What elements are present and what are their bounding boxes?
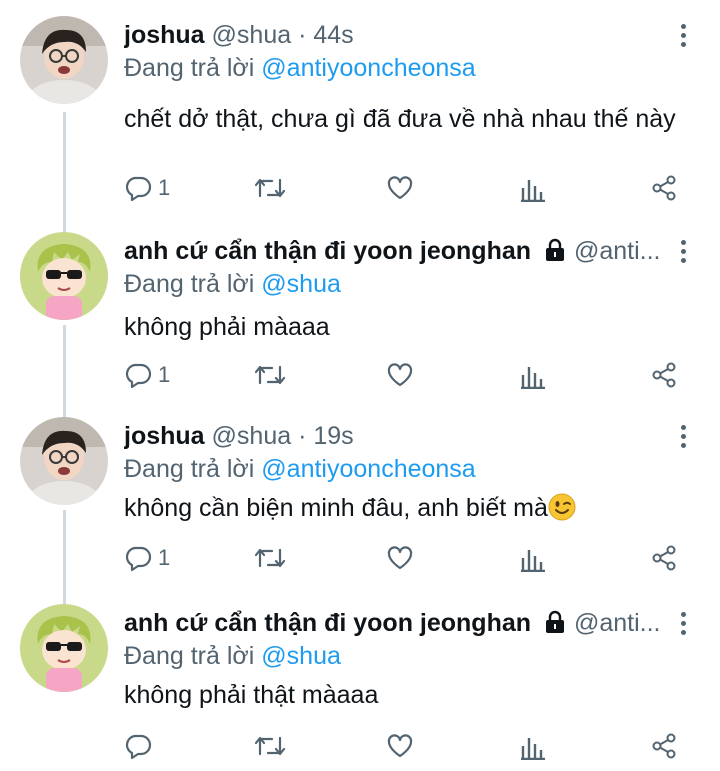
more-icon[interactable]: [678, 236, 688, 266]
reply-mention[interactable]: @shua: [261, 642, 341, 670]
user-handle[interactable]: @shua: [212, 422, 292, 450]
tweet-header: joshua @shua · 19s: [124, 421, 660, 451]
tweet-text: chết dở thật, chưa gì đã đưa về nhà nhau…: [124, 105, 676, 133]
analytics-icon: [521, 550, 545, 572]
like-button[interactable]: [386, 357, 414, 393]
reply-mention[interactable]: @antiyooncheonsa: [261, 455, 475, 483]
retweet-button[interactable]: [254, 357, 286, 393]
like-button[interactable]: [386, 540, 414, 576]
analytics-icon: [521, 367, 545, 389]
reply-count: 1: [158, 362, 171, 387]
share-button[interactable]: [650, 357, 678, 393]
replying-to: Đang trả lời @shua: [124, 269, 341, 299]
winking-face-emoji: [548, 493, 576, 521]
analytics-icon: [521, 738, 545, 760]
display-name[interactable]: joshua: [124, 21, 205, 49]
like-icon: [387, 363, 413, 387]
separator: ·: [298, 21, 307, 49]
reply-count: 1: [158, 545, 171, 570]
display-name[interactable]: anh cứ cẩn thận đi yoon jeonghan: [124, 609, 531, 637]
reply-button[interactable]: 1: [124, 540, 170, 576]
tweet-actions: 1: [0, 540, 720, 576]
replying-to: Đang trả lời @shua: [124, 641, 341, 671]
share-icon: [652, 175, 676, 201]
photo-avatar: [20, 16, 108, 104]
share-button[interactable]: [650, 170, 678, 206]
retweet-icon: [254, 178, 286, 198]
tweet-text-container: không cần biện minh đâu, anh biết mà: [124, 489, 684, 527]
replying-to-label: Đang trả lời: [124, 642, 255, 670]
retweet-icon: [254, 365, 286, 385]
replying-to: Đang trả lời @antiyooncheonsa: [124, 53, 476, 83]
reply-icon: [125, 734, 152, 760]
display-name[interactable]: anh cứ cẩn thận đi yoon jeonghan: [124, 237, 531, 265]
share-button[interactable]: [650, 540, 678, 576]
display-name[interactable]: joshua: [124, 422, 205, 450]
retweet-button[interactable]: [254, 728, 286, 764]
analytics-button[interactable]: [520, 170, 546, 206]
reply-mention[interactable]: @shua: [261, 270, 341, 298]
avatar[interactable]: [20, 604, 108, 692]
retweet-icon: [254, 548, 286, 568]
share-icon: [652, 733, 676, 759]
timestamp[interactable]: 44s: [313, 21, 353, 49]
replying-to-label: Đang trả lời: [124, 54, 255, 82]
retweet-button[interactable]: [254, 540, 286, 576]
reply-button[interactable]: 1: [124, 170, 170, 206]
user-handle[interactable]: @anti...: [574, 237, 660, 265]
more-icon[interactable]: [678, 608, 688, 638]
tweet-header: anh cứ cẩn thận đi yoon jeonghan @anti..…: [124, 608, 660, 638]
like-icon: [387, 176, 413, 200]
reply-icon: [125, 176, 152, 202]
lock-icon: [545, 610, 564, 633]
separator: ·: [298, 422, 307, 450]
tweet-header: joshua @shua · 44s: [124, 20, 660, 50]
like-button[interactable]: [386, 728, 414, 764]
tweet-header: anh cứ cẩn thận đi yoon jeonghan @anti..…: [124, 236, 660, 266]
avatar[interactable]: [20, 16, 108, 104]
reply-icon: [125, 363, 152, 389]
tweet-text: không phải thật màaaa: [124, 681, 379, 709]
like-icon: [387, 546, 413, 570]
avatar[interactable]: [20, 232, 108, 320]
tweet-actions: [0, 728, 720, 764]
tweet-actions: 1: [0, 357, 720, 393]
replying-to: Đang trả lời @antiyooncheonsa: [124, 454, 476, 484]
reply-count: 1: [158, 175, 171, 200]
user-handle[interactable]: @anti...: [574, 609, 660, 637]
retweet-icon: [254, 736, 286, 756]
more-icon[interactable]: [678, 20, 688, 50]
more-icon[interactable]: [678, 421, 688, 451]
tweet-text: không phải màaaa: [124, 313, 330, 341]
tweet-text: không cần biện minh đâu, anh biết mà: [124, 494, 548, 522]
analytics-icon: [521, 180, 545, 202]
reply-icon: [125, 546, 152, 572]
analytics-button[interactable]: [520, 540, 546, 576]
avatar[interactable]: [20, 417, 108, 505]
cartoon-avatar: [20, 232, 108, 320]
reply-mention[interactable]: @antiyooncheonsa: [261, 54, 475, 82]
share-button[interactable]: [650, 728, 678, 764]
share-icon: [652, 362, 676, 388]
reply-button[interactable]: 1: [124, 357, 170, 393]
like-icon: [387, 734, 413, 758]
photo-avatar: [20, 417, 108, 505]
replying-to-label: Đang trả lời: [124, 270, 255, 298]
share-icon: [652, 545, 676, 571]
cartoon-avatar: [20, 604, 108, 692]
analytics-button[interactable]: [520, 728, 546, 764]
analytics-button[interactable]: [520, 357, 546, 393]
tweet-actions: 1: [0, 170, 720, 206]
timestamp[interactable]: 19s: [313, 422, 353, 450]
like-button[interactable]: [386, 170, 414, 206]
replying-to-label: Đang trả lời: [124, 455, 255, 483]
user-handle[interactable]: @shua: [212, 21, 292, 49]
lock-icon: [545, 238, 564, 261]
reply-button[interactable]: [124, 728, 158, 764]
retweet-button[interactable]: [254, 170, 286, 206]
